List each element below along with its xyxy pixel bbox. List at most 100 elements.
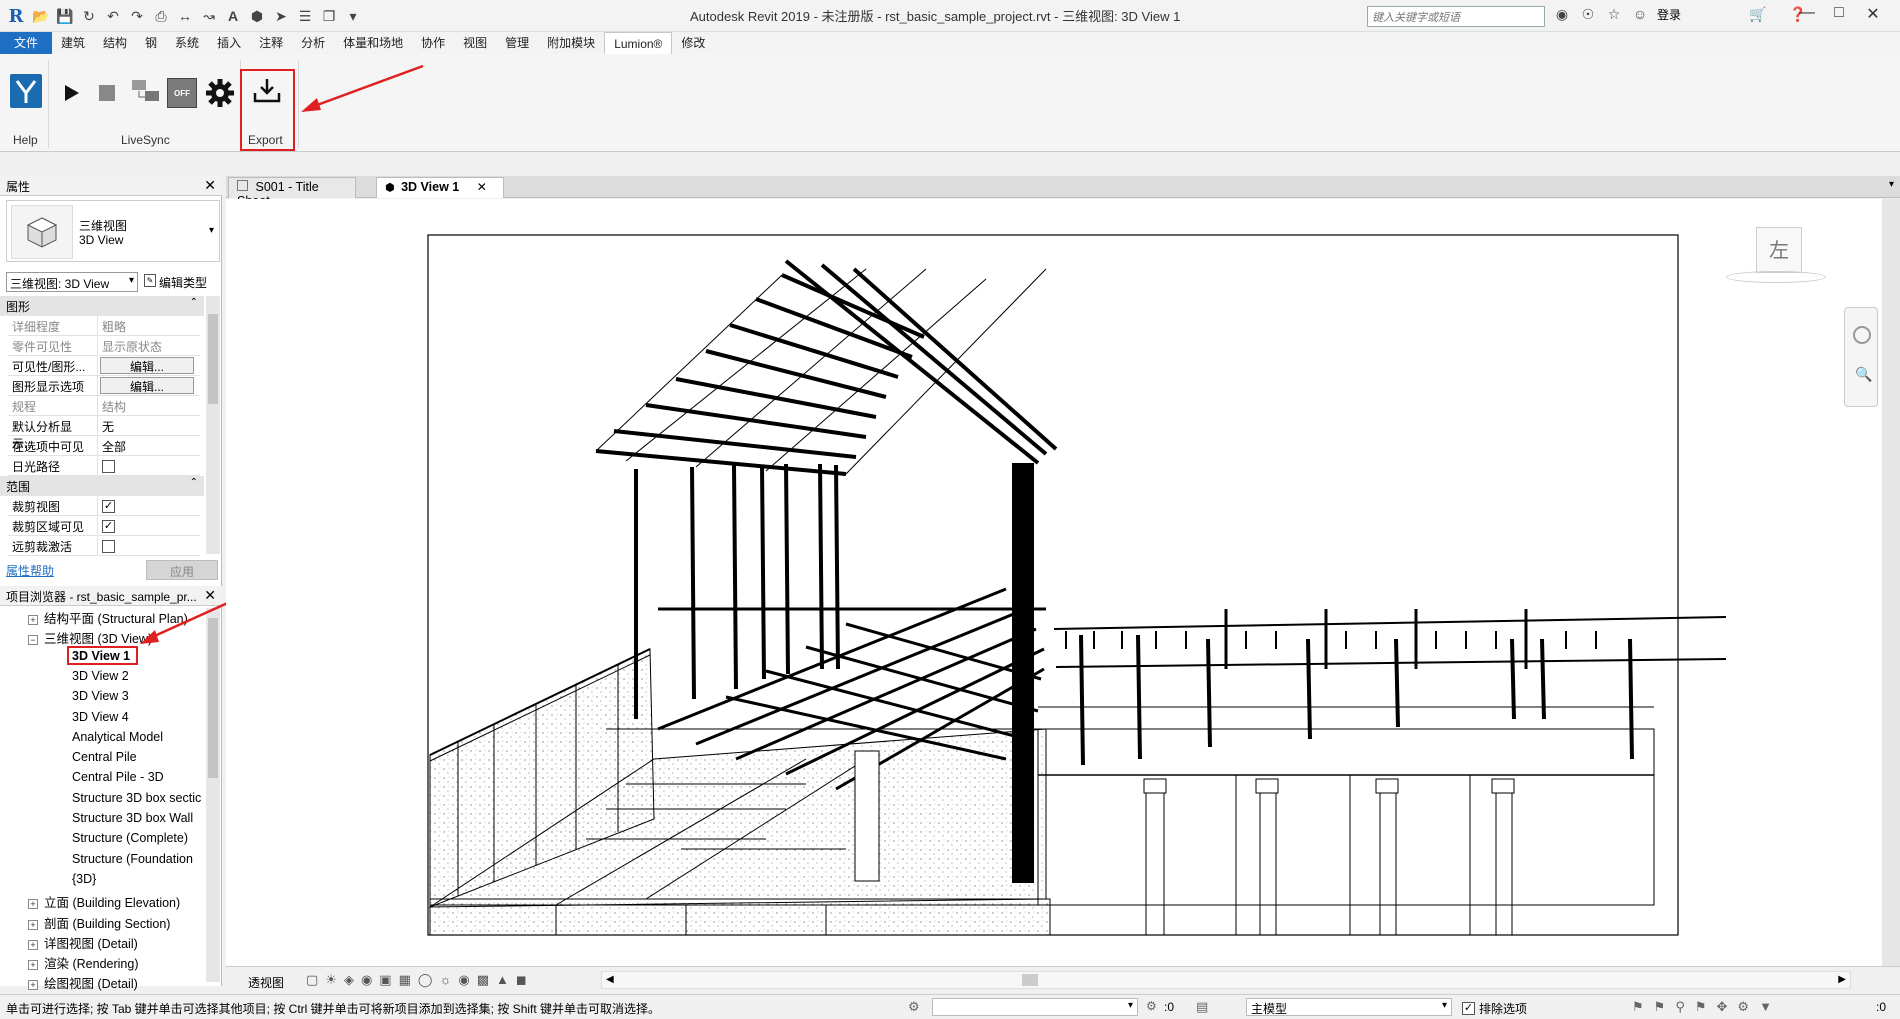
exclude-options-checkbox[interactable]: ✓ [1462,1000,1475,1015]
viewcube-compass[interactable] [1726,271,1826,283]
ribbon-tab[interactable]: 体量和场地 [334,32,412,54]
collapse-icon[interactable]: ⌃ [190,297,198,308]
canvas-hscroll[interactable]: ◀ ▶ [601,971,1851,989]
browser-view-item[interactable]: Structure 3D box sectic [72,791,201,805]
browser-view-item[interactable]: Structure (Complete) [72,831,188,845]
browser-view-item[interactable]: 3D View 4 [72,710,129,724]
scroll-thumb[interactable] [1022,974,1038,986]
tab-title-sheet[interactable]: S001 - Title Sheet [228,177,356,208]
measure-icon[interactable]: ↔ [176,7,194,25]
scroll-thumb[interactable] [208,314,218,404]
tabs-dropdown-icon[interactable]: ▾ [1889,179,1894,190]
minimize-icon[interactable]: — [1793,4,1821,26]
settings-gear-icon[interactable] [205,78,235,108]
livesync-link-icon[interactable] [130,78,162,106]
redo-icon[interactable]: ↷ [128,7,146,25]
checkbox-checked-icon[interactable]: ✓ [102,500,115,513]
scroll-right-icon[interactable]: ▶ [1838,974,1846,985]
properties-close-icon[interactable]: ✕ [204,177,216,194]
workset-select[interactable]: ▾ [932,998,1138,1016]
switch-windows-icon[interactable]: ❐ [320,7,338,25]
text-icon[interactable]: A [224,7,242,25]
ribbon-tab[interactable]: 分析 [292,32,334,54]
crop-region-icon[interactable]: ▦ [399,972,411,988]
ribbon-tab[interactable]: Lumion® [604,32,673,54]
browser-view-item[interactable]: Central Pile - 3D [72,770,164,784]
extent-checkbox[interactable] [98,536,200,555]
ribbon-tab[interactable]: 附加模块 [538,32,604,54]
search-input[interactable]: 键入关键字或短语 [1367,6,1545,27]
browser-view-item[interactable]: {3D} [72,872,96,886]
select-links-icon[interactable]: ⚑ [1632,999,1644,1015]
canvas-vscroll[interactable] [1882,199,1900,966]
browser-scrollbar[interactable] [206,608,220,982]
select-pinned-icon[interactable]: ⚲ [1675,999,1685,1015]
edit-type-button[interactable]: ✎ 编辑类型 [142,272,218,292]
type-selector[interactable]: 三维视图 3D View ▾ [6,200,220,262]
reveal-elements-icon[interactable]: ◉ [458,972,469,988]
browser-view-item[interactable]: 3D View 2 [72,669,129,683]
sync-icon[interactable]: ↻ [80,7,98,25]
steering-wheel-icon[interactable] [1853,326,1871,344]
browser-view-item[interactable]: Structure 3D box Wall [72,811,193,825]
cart-icon[interactable]: 🛒 [1749,5,1767,23]
maximize-icon[interactable]: □ [1825,4,1853,26]
crop-view-icon[interactable]: ▣ [379,972,391,988]
worksharing-icon[interactable]: ▩ [477,972,489,988]
browser-category[interactable]: + 详图视图 (Detail) [28,933,138,952]
select-underlay-icon[interactable]: ⚑ [1654,999,1666,1015]
close-icon[interactable]: ✕ [1859,4,1887,26]
ribbon-tab[interactable]: 文件 [0,32,52,54]
edit-button[interactable]: 编辑... [98,356,200,375]
section-icon[interactable]: ➤ [272,7,290,25]
browser-category[interactable]: + 渲染 (Rendering) [28,953,138,972]
checkbox-icon[interactable] [102,540,115,553]
temp-hide-icon[interactable]: ☼ [439,972,451,988]
browser-view-item[interactable]: Analytical Model [72,730,163,744]
open-icon[interactable]: 📂 [32,7,50,25]
expand-icon[interactable]: + [28,960,38,971]
3d-view-icon[interactable]: ⬢ [248,7,266,25]
edit-button-label[interactable]: 编辑... [100,357,194,374]
browser-category[interactable]: + 绘图视图 (Detail) [28,973,138,992]
sun-path-checkbox[interactable] [98,456,200,475]
expand-icon[interactable]: + [28,939,38,950]
background-process-icon[interactable]: ⚙ [1737,999,1749,1015]
ribbon-tab[interactable]: 钢 [136,32,166,54]
design-option-select[interactable]: 主模型 ▾ [1246,998,1452,1016]
dimension-icon[interactable]: ↝ [200,7,218,25]
drawing-canvas[interactable]: 左 🔍 [226,199,1900,966]
favorites-star-icon[interactable]: ☆ [1605,5,1623,23]
select-by-face-icon[interactable]: ⚑ [1695,999,1707,1015]
sun-path-icon[interactable]: ☀ [325,972,337,988]
properties-scrollbar[interactable] [206,296,220,554]
ribbon-tab[interactable]: 协作 [412,32,454,54]
viewcube[interactable]: 左 [1726,227,1826,285]
stop-icon[interactable] [96,82,118,104]
workset-icon[interactable]: ⚙ [908,999,920,1015]
group-graphics[interactable]: 图形 ⌃ [0,296,204,316]
tab-3d-view-1[interactable]: ⬢ 3D View 1 ✕ [376,177,504,198]
expand-icon[interactable]: + [28,919,38,930]
ribbon-tab[interactable]: 注释 [250,32,292,54]
checkbox-icon[interactable] [102,460,115,473]
ribbon-tab[interactable]: 系统 [166,32,208,54]
ribbon-tab[interactable]: 管理 [496,32,538,54]
ribbon-tab[interactable]: 结构 [94,32,136,54]
undo-icon[interactable]: ↶ [104,7,122,25]
filter-icon[interactable]: ▼ [1759,999,1772,1015]
browser-category[interactable]: + 剖面 (Building Section) [28,913,170,932]
ribbon-tab[interactable]: 建筑 [52,32,94,54]
browser-category[interactable]: + 立面 (Building Elevation) [28,892,180,911]
visual-style-icon[interactable]: ▢ [306,972,318,988]
shadows-icon[interactable]: ◈ [344,972,354,988]
binoculars-icon[interactable]: ◉ [1553,5,1571,23]
highlight-displacement-icon[interactable]: ◼ [516,972,527,988]
collapse-icon[interactable]: ⌃ [190,477,198,488]
expand-icon[interactable]: + [28,899,38,910]
extent-checkbox[interactable]: ✓ [98,496,200,515]
render-icon[interactable]: ◉ [361,972,372,988]
checkbox-checked-icon[interactable]: ✓ [102,520,115,533]
viewcube-face[interactable]: 左 [1756,227,1802,273]
communication-icon[interactable]: ☉ [1579,5,1597,23]
